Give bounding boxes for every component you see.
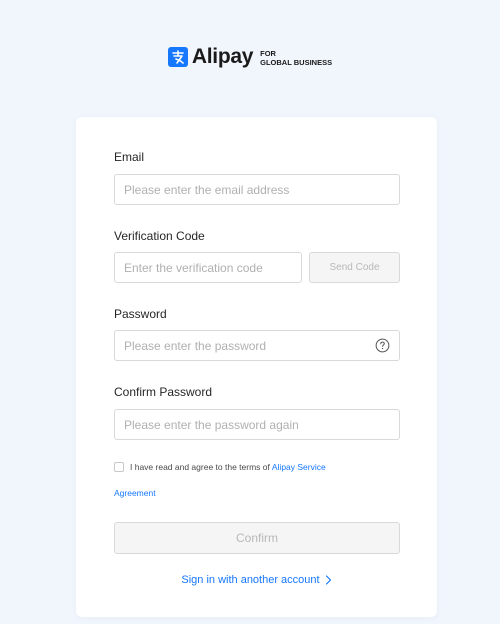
confirm-password-placeholder: Please enter the password again <box>124 417 299 432</box>
email-label: Email <box>114 150 145 164</box>
agreement-row: I have read and agree to the terms of Al… <box>114 462 326 472</box>
brand-header: Alipay FOR GLOBAL BUSINESS <box>0 43 500 71</box>
confirm-button[interactable]: Confirm <box>114 522 400 554</box>
verification-code-field[interactable]: Enter the verification code <box>114 252 302 283</box>
confirm-password-field[interactable]: Please enter the password again <box>114 409 400 440</box>
verification-code-placeholder: Enter the verification code <box>124 260 263 275</box>
brand-name: Alipay <box>191 45 254 68</box>
verification-code-label: Verification Code <box>114 229 205 243</box>
confirm-password-label: Confirm Password <box>114 385 213 399</box>
password-placeholder: Please enter the password <box>124 338 267 353</box>
sign-in-another-account-label: Sign in with another account <box>181 574 320 586</box>
sign-in-another-account-link[interactable]: Sign in with another account <box>76 574 437 586</box>
signup-card: Email Please enter the email address Ver… <box>76 117 437 617</box>
tagline-line-1: FOR <box>260 48 276 58</box>
password-field[interactable]: Please enter the password <box>114 330 400 361</box>
help-circle-icon[interactable] <box>375 338 390 353</box>
password-label: Password <box>114 307 167 321</box>
email-placeholder: Please enter the email address <box>124 182 290 197</box>
send-code-button[interactable]: Send Code <box>309 252 400 283</box>
service-agreement-link-continued[interactable]: Agreement <box>114 488 156 498</box>
service-agreement-link[interactable]: Alipay Service <box>272 462 326 472</box>
chevron-right-icon <box>325 575 331 585</box>
alipay-logo-icon <box>167 47 188 67</box>
agreement-text: I have read and agree to the terms of <box>130 462 270 472</box>
agreement-checkbox[interactable] <box>114 462 124 472</box>
email-field[interactable]: Please enter the email address <box>114 174 400 205</box>
tagline-line-2: GLOBAL BUSINESS <box>260 57 333 67</box>
brand-tagline: FOR GLOBAL BUSINESS <box>260 49 332 67</box>
